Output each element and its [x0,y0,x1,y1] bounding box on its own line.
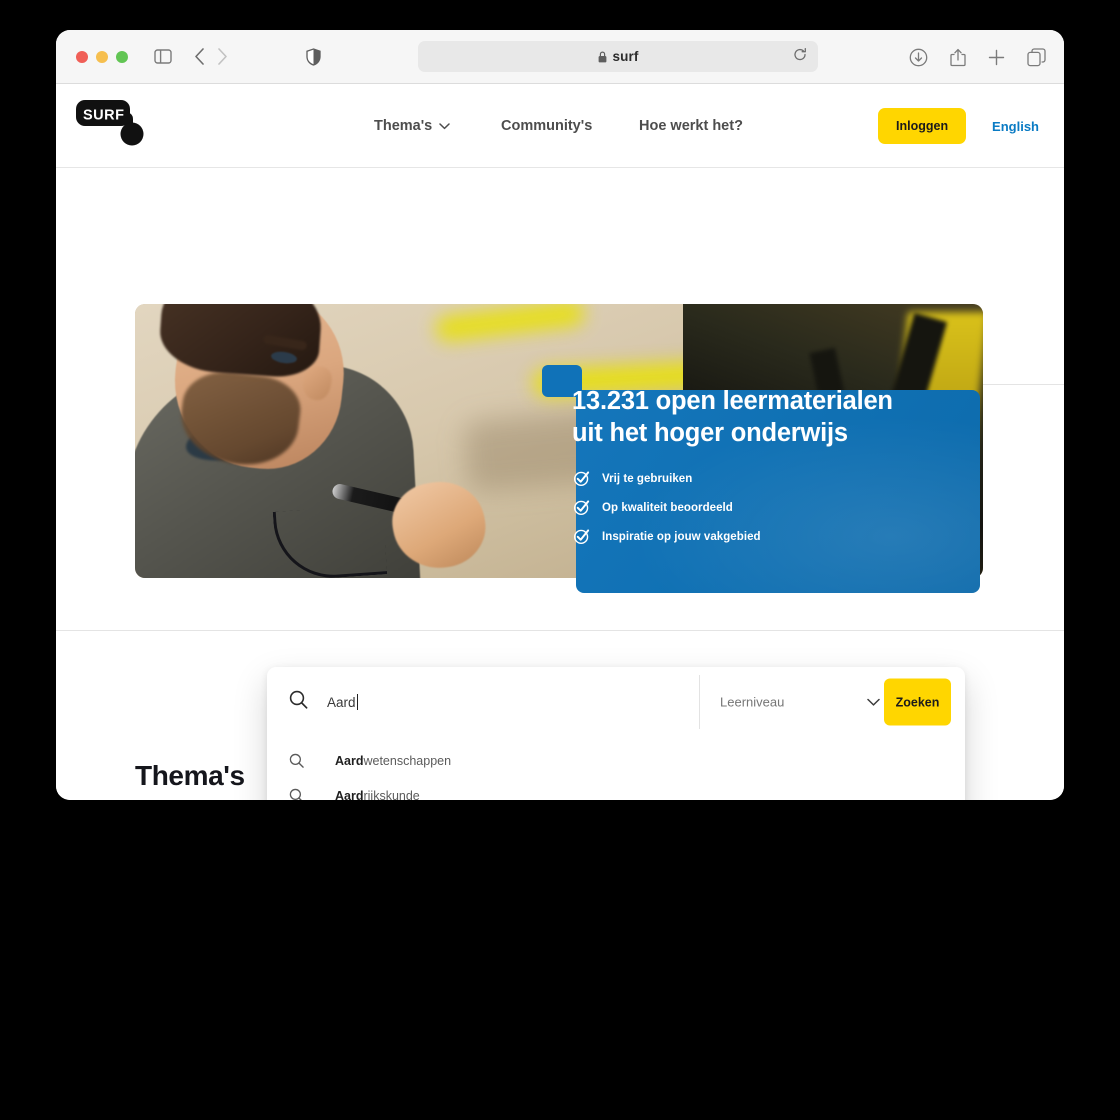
browser-toolbar-right [909,30,1046,84]
maximize-window-button[interactable] [116,50,128,63]
browser-titlebar: surf [56,30,1064,84]
language-switch-link[interactable]: English [992,119,1039,134]
close-window-button[interactable] [76,50,88,63]
search-icon [289,788,307,800]
check-circle-icon [573,470,590,487]
hero-benefits-list: Vrij te gebruiken Op kwaliteit beoordeel… [573,470,761,545]
search-suggestions: Aardwetenschappen Aardrijkskunde [267,737,965,800]
search-icon [289,690,308,714]
main-navigation: Thema's Community's Hoe werkt het? [374,84,779,168]
suggestion-rest: wetenschappen [363,753,452,768]
hero-title: 13.231 open leermaterialen uit het hoger… [572,385,930,449]
nav-item-themas-label: Thema's [374,118,433,134]
nav-item-themas[interactable]: Thema's [374,118,501,134]
suggestion-label: Aardwetenschappen [335,754,451,768]
hero-benefit-label: Inspiratie op jouw vakgebied [602,530,761,543]
plus-icon[interactable] [988,49,1005,66]
forward-arrow-icon[interactable] [217,48,228,65]
hero-benefit-item: Vrij te gebruiken [573,470,761,487]
login-button[interactable]: Inloggen [878,108,967,144]
sidebar-toggle-icon[interactable] [154,49,172,64]
nav-item-hoe-werkt-het-label: Hoe werkt het? [639,118,743,134]
chevron-down-icon [867,698,880,706]
section-divider-bottom [56,630,1064,631]
nav-item-hoe-werkt-het[interactable]: Hoe werkt het? [639,118,779,134]
hero-benefit-label: Vrij te gebruiken [602,472,693,485]
search-icon [289,753,307,768]
search-input-value: Aard [327,694,356,710]
search-submit-button[interactable]: Zoeken [884,678,951,726]
check-circle-icon [573,528,590,545]
suggestion-rest: rijkskunde [363,788,420,801]
text-caret [356,694,358,710]
address-bar[interactable]: surf [418,41,818,72]
hero-title-line2: uit het hoger onderwijs [572,419,848,448]
hero-title-line1: 13.231 open leermaterialen [572,387,893,415]
level-select-label: Leerniveau [720,694,785,710]
screenshot-stage: surf SURF Thema's Community's Hoe werkt … [0,0,1120,1120]
check-circle-icon [573,499,590,516]
back-arrow-icon[interactable] [194,48,205,65]
chevron-down-icon [439,118,450,134]
search-input[interactable]: Aard [327,694,358,710]
share-icon[interactable] [950,48,966,67]
reload-icon[interactable] [793,47,807,66]
svg-text:SURF: SURF [83,108,124,124]
surf-logo[interactable]: SURF [76,98,150,148]
suggestion-item[interactable]: Aardwetenschappen [267,743,965,778]
suggestion-item[interactable]: Aardrijkskunde [267,778,965,800]
hero-benefit-item: Op kwaliteit beoordeeld [573,499,761,516]
privacy-shield-icon[interactable] [306,47,321,66]
window-traffic-lights [76,50,128,63]
minimize-window-button[interactable] [96,50,108,63]
header-actions: Inloggen English [878,84,1039,168]
nav-item-communitys[interactable]: Community's [501,118,639,134]
level-select[interactable]: Leerniveau [720,695,880,710]
suggestion-label: Aardrijkskunde [335,789,420,801]
search-bar: Aard Leerniveau Zoeken [267,667,965,737]
suggestion-match: Aard [335,788,364,801]
hero-benefit-label: Op kwaliteit beoordeeld [602,501,733,514]
hero-benefit-item: Inspiratie op jouw vakgebied [573,528,761,545]
nav-item-communitys-label: Community's [501,118,593,134]
tab-overview-icon[interactable] [1027,47,1046,67]
lock-icon [598,51,607,63]
site-header: SURF Thema's Community's Hoe werkt het? … [56,84,1064,168]
downloads-icon[interactable] [909,48,928,67]
url-text: surf [612,49,639,64]
page-content: 13.231 open leermaterialen uit het hoger… [56,168,1064,800]
browser-window: surf SURF Thema's Community's Hoe werkt … [56,30,1064,800]
hero-card: 13.231 open leermaterialen uit het hoger… [542,365,980,593]
suggestion-match: Aard [335,753,364,768]
search-divider [699,675,700,729]
search-panel: Aard Leerniveau Zoeken Aardwetenschappen… [267,667,965,800]
